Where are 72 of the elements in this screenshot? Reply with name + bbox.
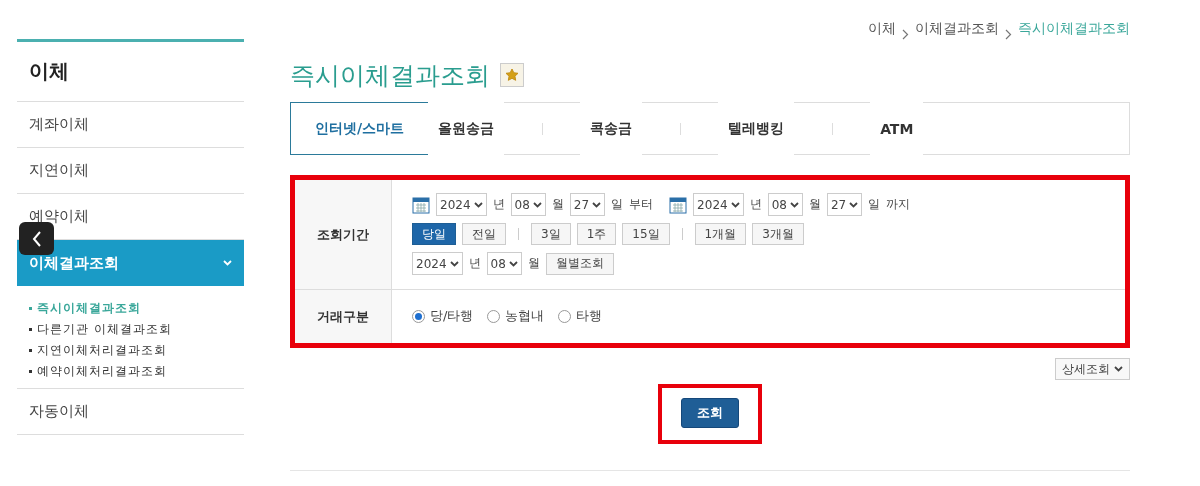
caret-icon <box>473 201 483 208</box>
unit-label: 일 <box>611 196 624 213</box>
month-select[interactable]: 08 <box>767 193 803 216</box>
calendar-icon[interactable] <box>412 195 430 214</box>
caret-icon <box>592 201 602 208</box>
month-select[interactable]: 08 <box>510 193 546 216</box>
chevron-right-icon <box>1005 28 1012 40</box>
caret-icon <box>1114 366 1123 372</box>
period-button[interactable]: 3개월 <box>752 223 804 245</box>
calendar-icon[interactable] <box>669 195 688 214</box>
unit-label: 년 <box>749 196 762 213</box>
sidebar-item[interactable]: 지연이체 <box>17 148 244 194</box>
star-icon <box>505 68 519 82</box>
tab[interactable]: 텔레뱅킹 <box>718 102 795 155</box>
tab[interactable]: 콕송금 <box>580 102 643 155</box>
year-select[interactable]: 2024 <box>412 252 463 275</box>
row-header: 조회기간 <box>295 180 392 289</box>
bullet-icon <box>29 328 32 331</box>
tab[interactable]: 올원송금 <box>428 102 505 155</box>
monthly-search-button[interactable]: 월별조회 <box>545 252 614 275</box>
caret-icon <box>449 260 459 267</box>
radio-button[interactable] <box>412 309 425 323</box>
sidebar-subitem[interactable]: 지연이체처리결과조회 <box>29 342 232 359</box>
radio-option[interactable]: 농협내 <box>487 307 545 325</box>
period-button[interactable]: 15일 <box>622 223 670 245</box>
chevron-right-icon <box>902 28 909 40</box>
day-select[interactable]: 27 <box>826 193 863 216</box>
caret-icon <box>789 201 799 208</box>
unit-label: 월 <box>551 196 564 213</box>
search-button[interactable]: 조회 <box>681 398 739 428</box>
sidebar-item[interactable]: 자동이체 <box>17 389 244 435</box>
radio-button[interactable] <box>487 309 501 323</box>
detail-search-button[interactable]: 상세조회 <box>1055 358 1130 380</box>
unit-label: 까지 <box>886 196 911 213</box>
period-button[interactable]: 3일 <box>531 223 571 245</box>
caret-icon <box>532 201 542 208</box>
bullet-icon <box>29 307 32 310</box>
breadcrumb-item[interactable]: 이체 <box>868 20 896 38</box>
sidebar-subitem[interactable]: 다른기관 이체결과조회 <box>29 321 232 338</box>
row-header: 거래구분 <box>295 290 392 343</box>
radio-button[interactable] <box>558 309 572 323</box>
chevron-left-icon <box>31 230 42 247</box>
unit-label: 년 <box>468 255 481 272</box>
radio-option[interactable]: 당/타행 <box>412 307 474 325</box>
radio-option[interactable]: 타행 <box>558 307 603 325</box>
sidebar-title: 이체 <box>17 39 244 102</box>
back-button[interactable] <box>19 222 54 255</box>
year-select[interactable]: 2024 <box>436 193 487 216</box>
tab[interactable]: ATM <box>870 102 924 155</box>
breadcrumb-item[interactable]: 이체결과조회 <box>915 20 999 38</box>
sidebar-item[interactable]: 계좌이체 <box>17 102 244 148</box>
caret-icon <box>508 260 518 267</box>
day-select[interactable]: 27 <box>569 193 606 216</box>
unit-label: 부터 <box>629 196 654 213</box>
tab[interactable]: 인터넷/스마트 <box>290 102 430 155</box>
period-button[interactable]: 전일 <box>462 223 506 245</box>
unit-label: 일 <box>868 196 881 213</box>
sidebar-subitem[interactable]: 예약이체처리결과조회 <box>29 363 232 380</box>
page-title: 즉시이체결과조회 <box>290 59 490 92</box>
period-button[interactable]: 1주 <box>576 223 617 245</box>
unit-label: 월 <box>808 196 821 213</box>
period-button[interactable]: 당일 <box>412 223 456 245</box>
bullet-icon <box>29 370 32 373</box>
caret-icon <box>223 260 232 266</box>
month-select[interactable]: 08 <box>486 252 522 275</box>
unit-label: 월 <box>527 255 540 272</box>
bullet-icon <box>29 349 32 352</box>
year-select[interactable]: 2024 <box>693 193 744 216</box>
unit-label: 년 <box>492 196 505 213</box>
caret-icon <box>730 201 740 208</box>
period-button[interactable]: 1개월 <box>694 223 747 245</box>
caret-icon <box>849 201 859 208</box>
